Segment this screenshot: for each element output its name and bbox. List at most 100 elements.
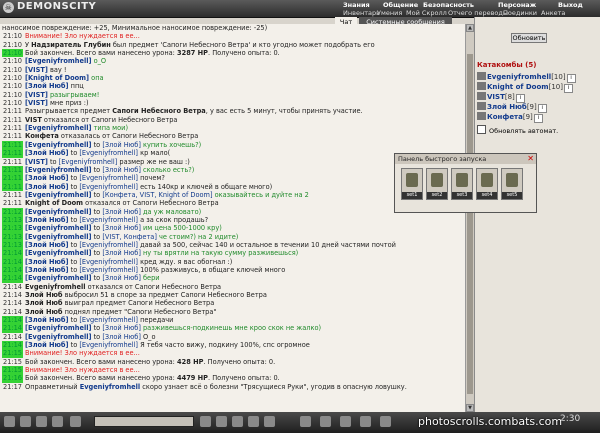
quick-slot[interactable]: set2: [426, 168, 448, 200]
scroll-down-icon[interactable]: ▼: [466, 404, 474, 412]
close-icon[interactable]: ✕: [527, 154, 534, 164]
translit-icon[interactable]: [216, 416, 227, 427]
message-sender[interactable]: [VIST]: [25, 158, 48, 166]
message-recipient[interactable]: [Evgeniyfromhell]: [79, 316, 138, 324]
message-sender[interactable]: [Злой Нюб]: [25, 258, 69, 266]
menu-skills[interactable]: Умения: [377, 9, 402, 17]
quick-slot[interactable]: set3: [451, 168, 473, 200]
message-sender[interactable]: [Evgeniyfromhell]: [25, 249, 91, 257]
player-name[interactable]: Конфета: [487, 113, 523, 121]
friends-icon[interactable]: [360, 416, 371, 427]
menu-communication[interactable]: Общение: [383, 1, 418, 9]
message-sender[interactable]: [Evgeniyfromhell]: [25, 224, 91, 232]
quick-slot[interactable]: set1: [401, 168, 423, 200]
message-recipient[interactable]: [Злой Нюб]: [102, 333, 141, 341]
message-sender[interactable]: [Злой Нюб]: [25, 216, 69, 224]
message-recipient[interactable]: [Evgeniyfromhell]: [79, 183, 138, 191]
smile-icon[interactable]: [20, 416, 31, 427]
message-sender[interactable]: [Evgeniyfromhell]: [25, 233, 91, 241]
quick-slot[interactable]: set4: [476, 168, 498, 200]
message-recipient[interactable]: [Evgeniyfromhell]: [79, 149, 138, 157]
message-sender[interactable]: [VIST]: [25, 66, 48, 74]
message-recipient[interactable]: [VIST, Конфета]: [102, 233, 157, 241]
log-icon[interactable]: [248, 416, 259, 427]
player-name[interactable]: Evgeniyfromhell: [487, 73, 551, 81]
message-recipient[interactable]: [Злой Нюб]: [102, 249, 141, 257]
message-sender[interactable]: [Evgeniyfromhell]: [25, 324, 91, 332]
message-recipient[interactable]: [Evgeniyfromhell]: [59, 158, 118, 166]
menu-exit[interactable]: Выход: [558, 1, 583, 9]
message-recipient[interactable]: [Evgeniyfromhell]: [79, 258, 138, 266]
menu-security[interactable]: Безопасность: [423, 1, 474, 9]
refresh-icon[interactable]: [4, 416, 15, 427]
player-name[interactable]: VIST: [487, 93, 505, 101]
message-sender[interactable]: [VIST]: [25, 99, 48, 107]
message-sender[interactable]: [Злой Нюб]: [25, 82, 69, 90]
map-icon[interactable]: [320, 416, 331, 427]
message-recipient[interactable]: [Evgeniyfromhell]: [79, 174, 138, 182]
mail-icon[interactable]: [340, 416, 351, 427]
chat-input[interactable]: [94, 416, 194, 427]
sound-icon[interactable]: [232, 416, 243, 427]
message-sender[interactable]: [Evgeniyfromhell]: [25, 166, 91, 174]
menu-profile[interactable]: Анкета: [541, 9, 565, 17]
message-sender[interactable]: [Злой Нюб]: [25, 316, 69, 324]
auto-refresh-checkbox[interactable]: [477, 125, 486, 134]
info-icon[interactable]: i: [533, 114, 543, 123]
player-entry[interactable]: Evgeniyfromhell[10] i: [477, 72, 576, 83]
auto-refresh-option[interactable]: Обновлять автомат.: [477, 125, 558, 135]
message-sender[interactable]: [Злой Нюб]: [25, 241, 69, 249]
message-sender[interactable]: [Evgeniyfromhell]: [25, 274, 91, 282]
player-name[interactable]: Knight of Doom: [487, 83, 549, 91]
message-recipient[interactable]: [Конфета, VIST, Knight of Doom]: [102, 191, 212, 199]
message-sender[interactable]: [Evgeniyfromhell]: [25, 191, 91, 199]
message-recipient[interactable]: [Злой Нюб]: [102, 274, 141, 282]
menu-knowledge[interactable]: Знания: [343, 1, 370, 9]
message-sender[interactable]: Evgeniyfromhell: [80, 383, 140, 391]
scroll-up-icon[interactable]: ▲: [466, 24, 474, 32]
player-entry[interactable]: VIST[8] i: [477, 92, 525, 103]
send-icon[interactable]: [200, 416, 211, 427]
player-entry[interactable]: Конфета[9] i: [477, 112, 543, 123]
player-entry[interactable]: Злой Нюб[9] i: [477, 102, 547, 113]
menu-character[interactable]: Персонаж: [498, 1, 536, 9]
message-sender[interactable]: [Злой Нюб]: [25, 341, 69, 349]
message-recipient[interactable]: [Злой Нюб]: [102, 224, 141, 232]
status-icon[interactable]: [300, 416, 311, 427]
message-sender[interactable]: [Злой Нюб]: [25, 149, 69, 157]
message-recipient[interactable]: [Evgeniyfromhell]: [79, 241, 138, 249]
settings-icon[interactable]: [264, 416, 275, 427]
menu-fights[interactable]: Поединки: [503, 9, 537, 17]
menu-inventory[interactable]: Инвентарь: [343, 9, 380, 17]
clan-icon[interactable]: [380, 416, 391, 427]
menu-transfers[interactable]: Отчего переводы: [448, 9, 508, 17]
message-recipient[interactable]: [Злой Нюб]: [102, 324, 141, 332]
player-name[interactable]: Злой Нюб: [487, 103, 527, 111]
clear-icon[interactable]: [52, 416, 63, 427]
private-icon[interactable]: [36, 416, 47, 427]
menu-my-scroll[interactable]: Мой Скролл: [406, 9, 447, 17]
message-sender[interactable]: [Evgeniyfromhell]: [25, 141, 91, 149]
scroll-thumb[interactable]: [467, 54, 473, 394]
quick-slot[interactable]: set5: [501, 168, 523, 200]
chat-log[interactable]: наносимое повреждение: +25, Минимальное …: [0, 24, 465, 412]
message-sender[interactable]: [VIST]: [25, 91, 48, 99]
message-sender[interactable]: [Evgeniyfromhell]: [25, 208, 91, 216]
message-sender[interactable]: [Evgeniyfromhell]: [25, 333, 91, 341]
message-sender[interactable]: [Evgeniyfromhell]: [25, 124, 91, 132]
message-recipient[interactable]: [Злой Нюб]: [102, 166, 141, 174]
message-sender[interactable]: [Evgeniyfromhell]: [25, 57, 91, 65]
chat-scrollbar[interactable]: ▲ ▼: [465, 24, 474, 412]
message-recipient[interactable]: [Evgeniyfromhell]: [79, 216, 138, 224]
message-sender[interactable]: [Злой Нюб]: [25, 174, 69, 182]
message-sender[interactable]: [Злой Нюб]: [25, 183, 69, 191]
info-icon[interactable]: i: [563, 84, 573, 93]
refresh-button[interactable]: Обновить: [511, 33, 547, 43]
message-recipient[interactable]: [Злой Нюб]: [102, 208, 141, 216]
message-sender[interactable]: [Злой Нюб]: [25, 266, 69, 274]
message-sender[interactable]: [Knight of Doom]: [25, 74, 89, 82]
message-recipient[interactable]: [Злой Нюб]: [102, 141, 141, 149]
message-recipient[interactable]: [Evgeniyfromhell]: [79, 266, 138, 274]
message-recipient[interactable]: [Evgeniyfromhell]: [79, 341, 138, 349]
filter-icon[interactable]: [70, 416, 81, 427]
